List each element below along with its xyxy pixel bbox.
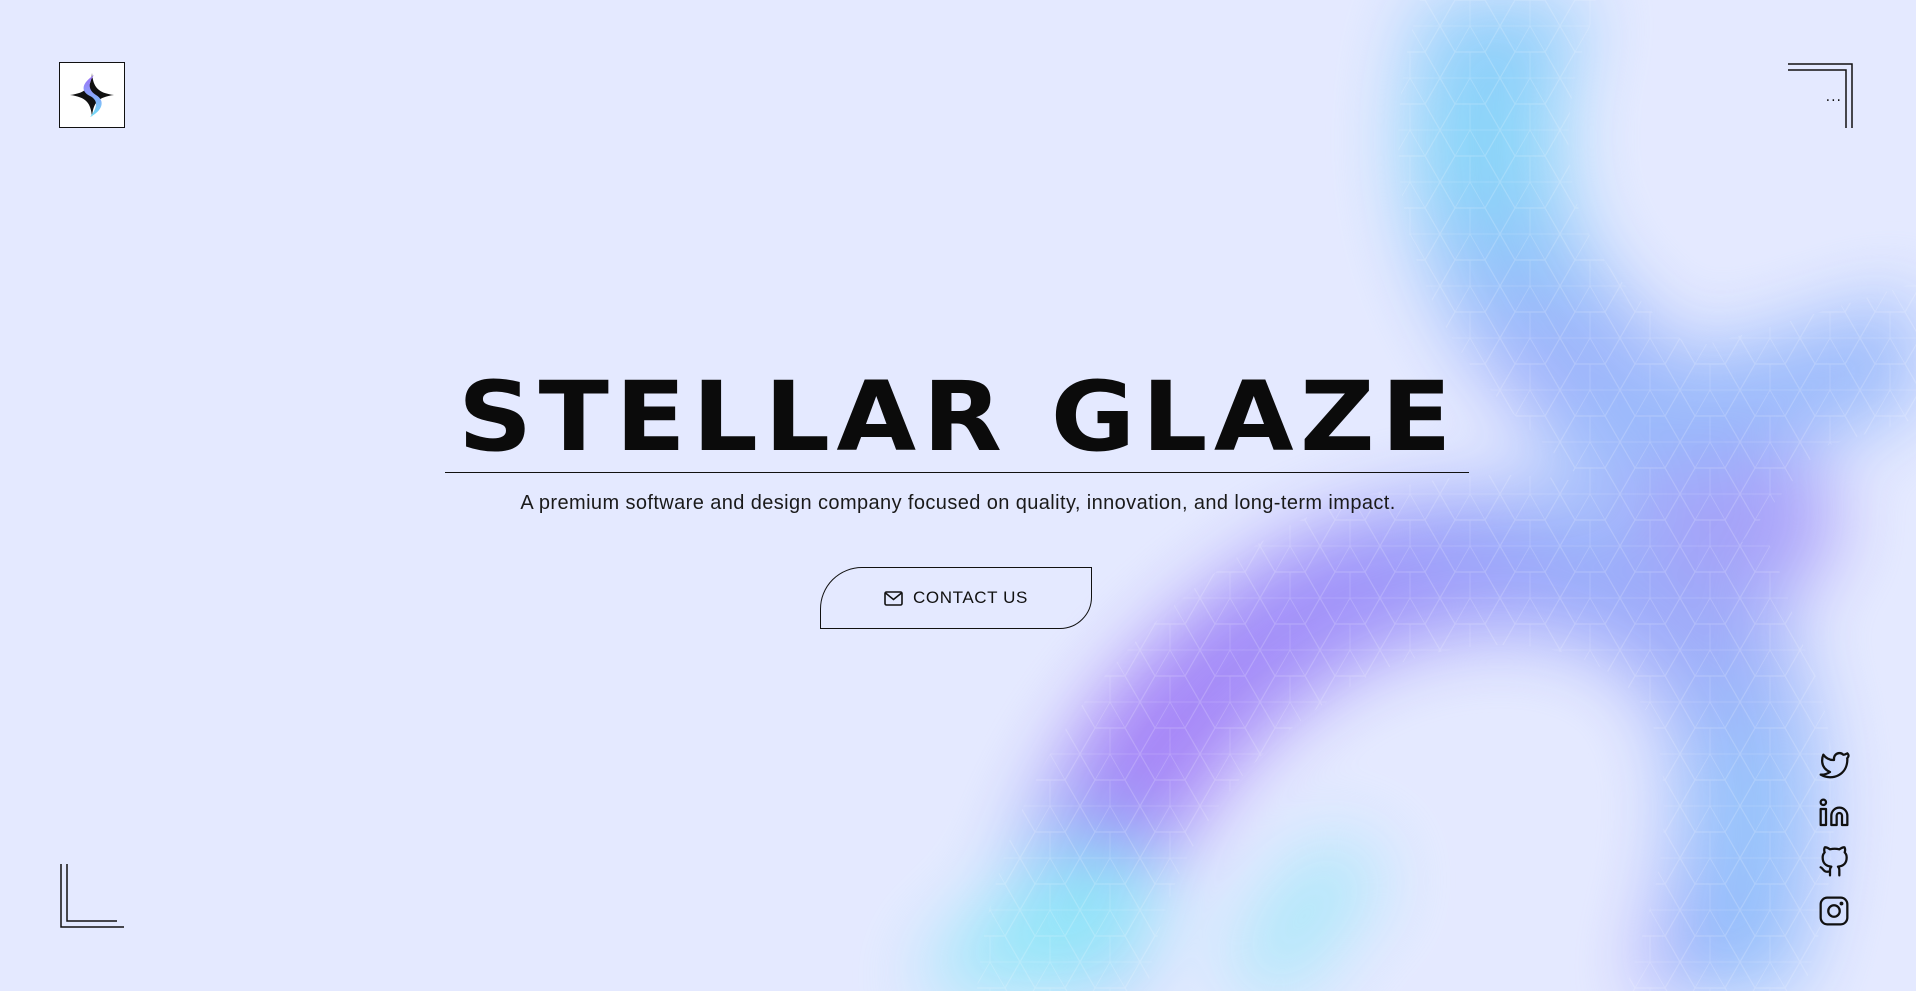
linkedin-link[interactable] [1818,797,1850,829]
social-links [1818,748,1854,927]
landing-page: ... STELLAR GLAZE A premium software and… [0,0,1916,991]
github-link[interactable] [1818,846,1850,878]
linkedin-icon [1819,798,1849,827]
hero-section: STELLAR GLAZE A premium software and des… [0,0,1916,991]
contact-us-button[interactable]: CONTACT US [820,567,1092,629]
github-icon [1819,846,1848,877]
instagram-link[interactable] [1818,895,1850,927]
instagram-icon [1819,896,1849,926]
twitter-icon [1819,751,1850,779]
contact-us-label: CONTACT US [913,588,1028,607]
title-underline [445,472,1469,473]
tagline: A premium software and design company fo… [520,492,1396,514]
brand-title: STELLAR GLAZE [458,370,1458,470]
svg-text:STELLAR GLAZE: STELLAR GLAZE [458,370,1458,470]
twitter-link[interactable] [1818,748,1850,780]
mail-icon [884,590,903,606]
